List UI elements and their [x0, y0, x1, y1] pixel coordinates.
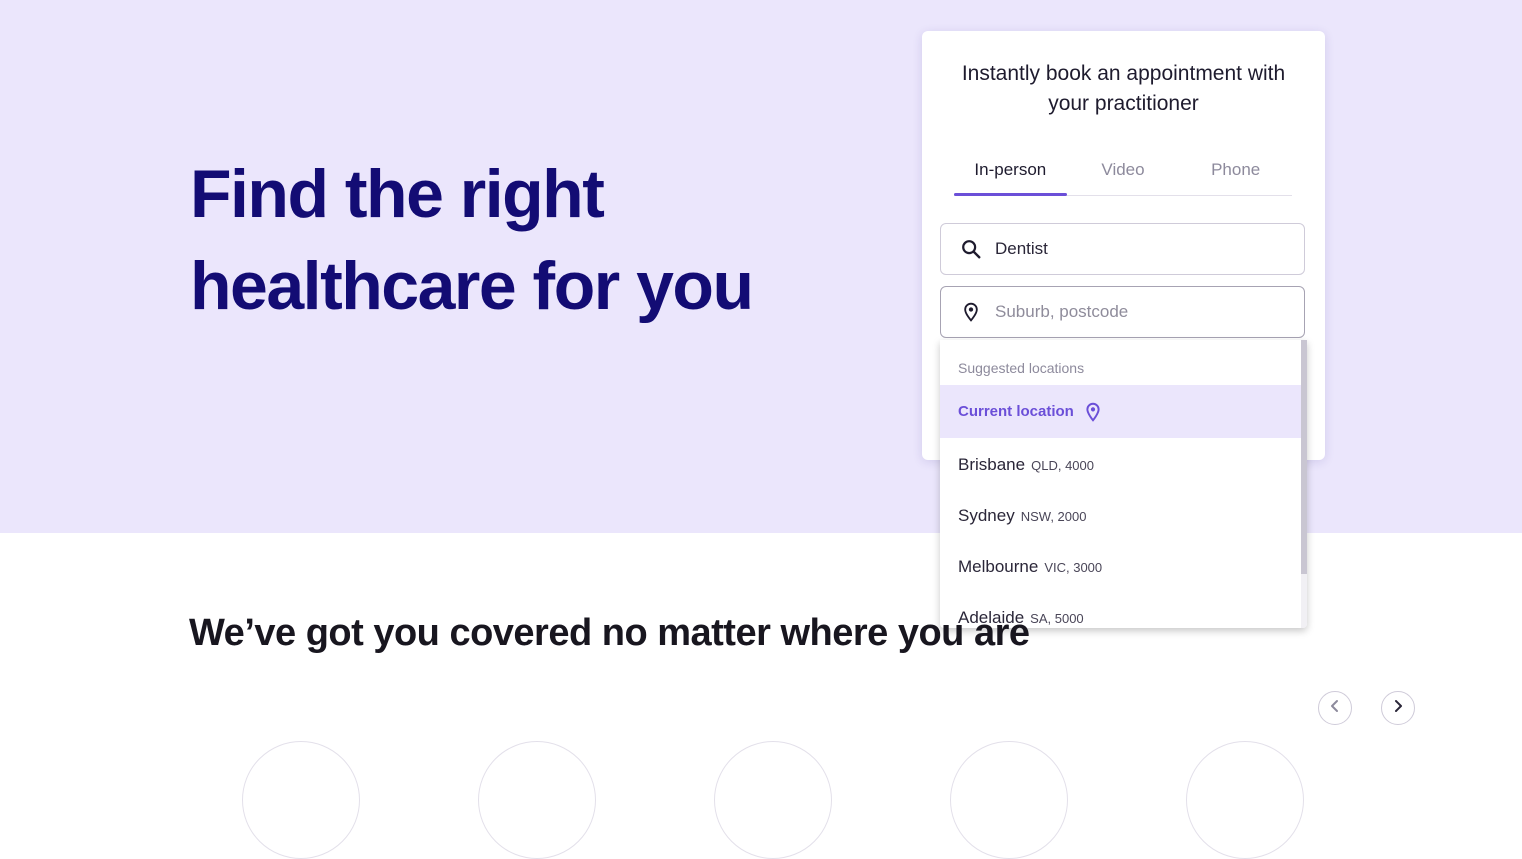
dropdown-scrollbar[interactable] — [1301, 340, 1307, 628]
location-card[interactable] — [478, 741, 596, 859]
search-field[interactable] — [940, 223, 1305, 275]
chevron-right-icon — [1391, 699, 1405, 718]
hero-title: Find the right healthcare for you — [190, 148, 830, 332]
location-card[interactable] — [242, 741, 360, 859]
location-region: NSW, 2000 — [1020, 509, 1087, 524]
location-option-sydney[interactable]: Sydney NSW, 2000 — [958, 506, 1086, 526]
location-option-melbourne[interactable]: Melbourne VIC, 3000 — [958, 557, 1102, 577]
current-location-option[interactable]: Current location — [940, 385, 1301, 438]
location-city: Brisbane — [958, 455, 1026, 474]
hero-title-line1: Find the right — [190, 156, 605, 232]
coverage-section-title: We’ve got you covered no matter where yo… — [189, 612, 1030, 654]
location-field[interactable] — [940, 286, 1305, 338]
appointment-type-tabs: In-person Video Phone — [954, 155, 1292, 196]
search-icon — [960, 238, 982, 260]
tab-in-person[interactable]: In-person — [954, 155, 1067, 196]
location-region: QLD, 4000 — [1031, 458, 1094, 473]
current-location-label: Current location — [958, 403, 1074, 420]
carousel-prev-button[interactable] — [1318, 691, 1352, 725]
tab-video[interactable]: Video — [1067, 155, 1180, 195]
location-city: Melbourne — [958, 557, 1039, 576]
location-input[interactable] — [995, 302, 1285, 322]
location-region: VIC, 3000 — [1044, 560, 1103, 575]
location-card[interactable] — [950, 741, 1068, 859]
location-card[interactable] — [1186, 741, 1304, 859]
dropdown-scrollbar-thumb[interactable] — [1301, 340, 1307, 574]
location-card[interactable] — [714, 741, 832, 859]
suggested-locations-header: Suggested locations — [958, 360, 1085, 376]
location-option-brisbane[interactable]: Brisbane QLD, 4000 — [958, 455, 1094, 475]
chevron-left-icon — [1328, 699, 1342, 718]
location-pin-icon — [960, 301, 982, 323]
carousel-next-button[interactable] — [1381, 691, 1415, 725]
search-input[interactable] — [995, 239, 1285, 259]
location-region: SA, 5000 — [1030, 611, 1084, 626]
hero-title-line2: healthcare for you — [190, 248, 754, 324]
location-city: Sydney — [958, 506, 1015, 525]
tab-phone[interactable]: Phone — [1179, 155, 1292, 195]
location-pin-icon — [1084, 401, 1102, 423]
location-suggestions-dropdown: Suggested locations Current location Bri… — [940, 340, 1307, 628]
booking-card-title: Instantly book an appointment with your … — [961, 62, 1286, 115]
